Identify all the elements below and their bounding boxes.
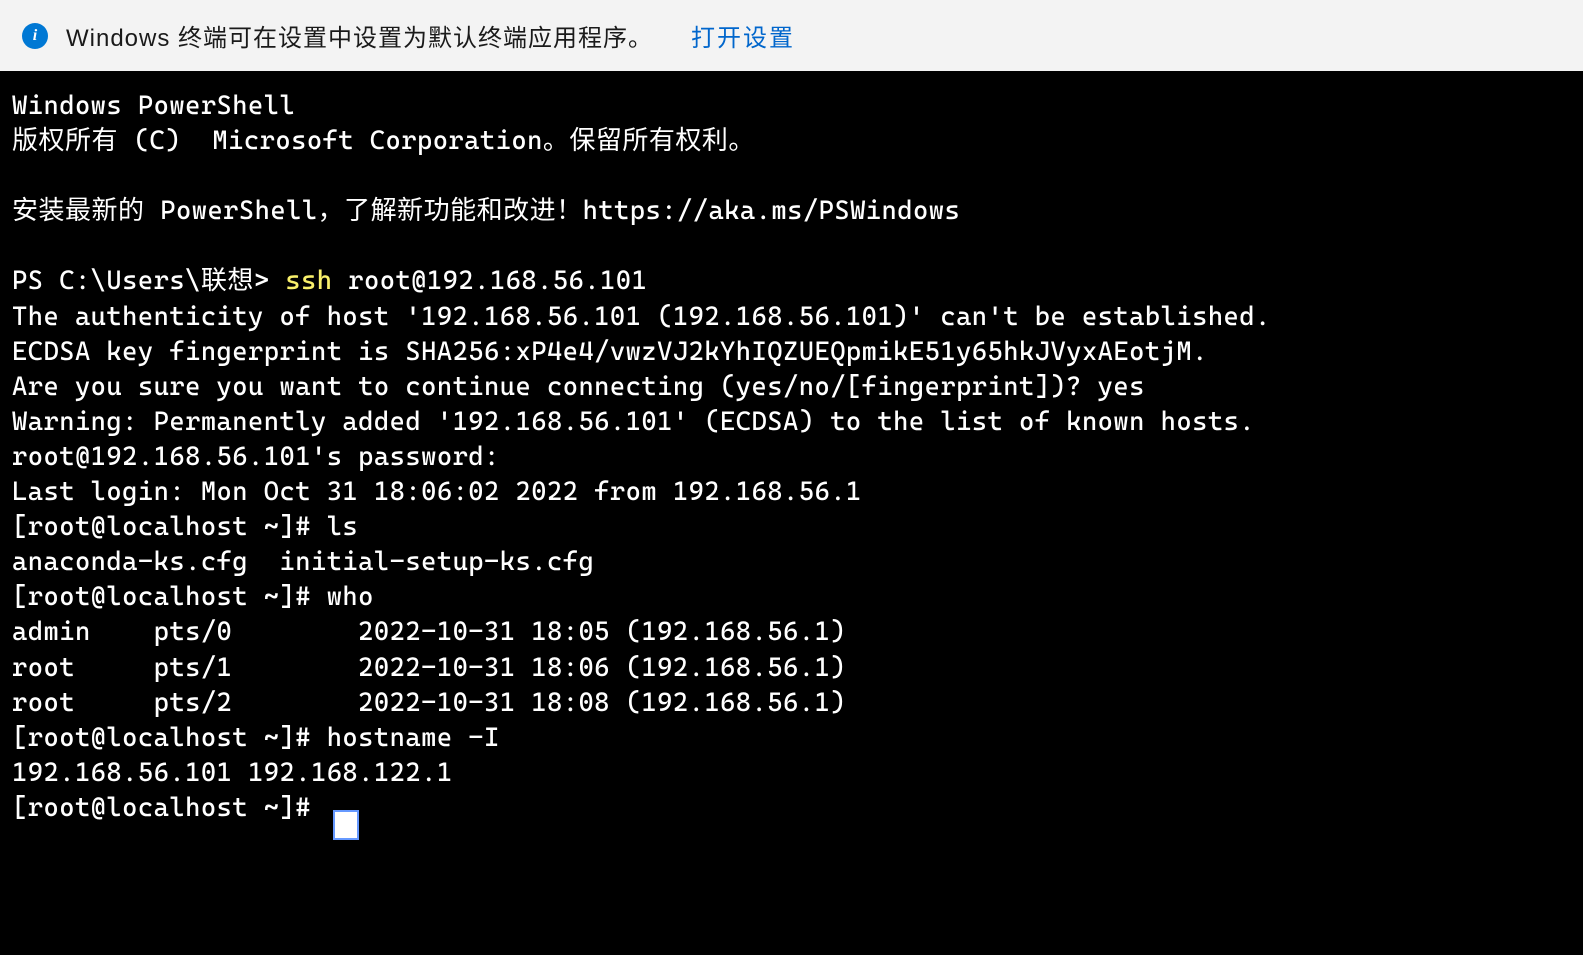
password-prompt-line: root@192.168.56.101's password: [12,440,1571,475]
who-output-row: root pts/2 2022-10-31 18:08 (192.168.56.… [12,686,1571,721]
who-output-row: admin pts/0 2022-10-31 18:05 (192.168.56… [12,615,1571,650]
info-icon: i [22,23,48,49]
confirm-line: Are you sure you want to continue connec… [12,370,1571,405]
shell-prompt: [root@localhost ~]# [12,582,327,612]
ls-output: anaconda-ks.cfg initial-setup-ks.cfg [12,545,1571,580]
shell-prompt: [root@localhost ~]# [12,793,327,823]
ps-prompt: PS C:\Users\联想> [12,266,285,296]
blank-line [12,159,1571,194]
ls-command: ls [327,512,358,542]
blank-line [12,229,1571,264]
notification-bar: i Windows 终端可在设置中设置为默认终端应用程序。 打开设置 [0,0,1583,71]
copyright-line: 版权所有 (C) Microsoft Corporation。保留所有权利。 [12,124,1571,159]
ssh-keyword: ssh [285,266,332,296]
shell-prompt: [root@localhost ~]# [12,512,327,542]
terminal-viewport[interactable]: Windows PowerShell版权所有 (C) Microsoft Cor… [0,71,1583,844]
ls-command-line: [root@localhost ~]# ls [12,510,1571,545]
install-hint: 安装最新的 PowerShell，了解新功能和改进！https://aka.ms… [12,194,1571,229]
who-command: who [327,582,374,612]
open-settings-link[interactable]: 打开设置 [691,18,795,53]
notification-message: Windows 终端可在设置中设置为默认终端应用程序。 [66,18,653,53]
hostname-command: hostname -I [327,723,500,753]
cursor-icon [333,810,359,840]
hostname-command-line: [root@localhost ~]# hostname -I [12,721,1571,756]
shell-prompt: [root@localhost ~]# [12,723,327,753]
who-command-line: [root@localhost ~]# who [12,580,1571,615]
warning-line: Warning: Permanently added '192.168.56.1… [12,405,1571,440]
last-login-line: Last login: Mon Oct 31 18:06:02 2022 fro… [12,475,1571,510]
ssh-command-line: PS C:\Users\联想> ssh root@192.168.56.101 [12,264,1571,299]
who-output-row: root pts/1 2022-10-31 18:06 (192.168.56.… [12,651,1571,686]
powershell-header: Windows PowerShell [12,89,1571,124]
ssh-args: root@192.168.56.101 [333,266,648,296]
fingerprint-line: ECDSA key fingerprint is SHA256:xP4e4/vw… [12,335,1571,370]
hostname-output: 192.168.56.101 192.168.122.1 [12,756,1571,791]
current-prompt-line[interactable]: [root@localhost ~]# [12,791,1571,826]
authenticity-line: The authenticity of host '192.168.56.101… [12,300,1571,335]
